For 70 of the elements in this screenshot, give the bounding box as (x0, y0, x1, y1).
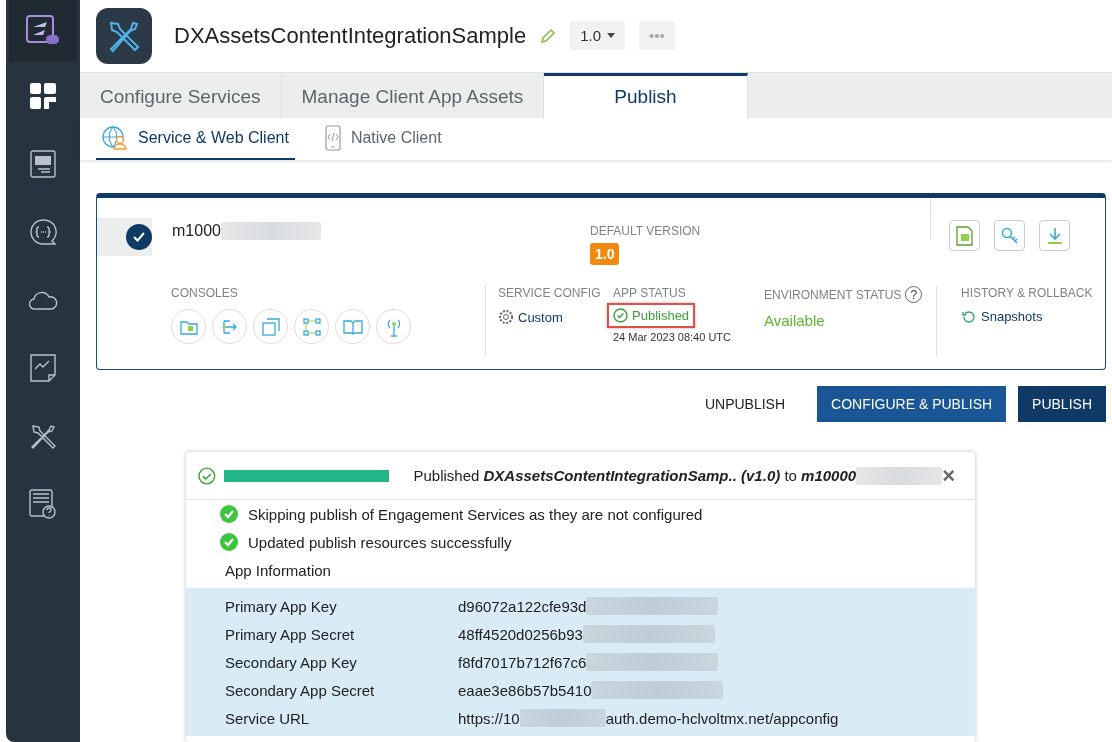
check-circle-icon (220, 505, 238, 523)
subtab[interactable]: Service & Web Client (96, 117, 295, 160)
status-published: Published (607, 303, 696, 328)
chat-brackets-icon[interactable] (29, 218, 57, 246)
mobile-code-icon (324, 124, 341, 151)
info-label: Primary App Secret (225, 625, 356, 643)
section-heading: App Information (224, 560, 332, 581)
publish-button[interactable]: CONFIGURE & PUBLISH (817, 386, 1007, 422)
environment-name: m1000 (172, 222, 221, 240)
document-grid-icon (955, 225, 974, 246)
open-book-icon[interactable] (342, 318, 363, 335)
status-message: Skipping publish of Engagement Services as they are not configured (248, 505, 703, 523)
history-icon (961, 309, 977, 324)
publish-button[interactable]: PUBLISH (1018, 386, 1106, 422)
dashboard-icon[interactable] (29, 82, 57, 110)
info-label: Primary App Key (225, 597, 338, 615)
info-value: 48ff4520d0256b93 (458, 625, 583, 643)
stacked-squares-icon[interactable] (261, 317, 280, 336)
flow-arrow-icon[interactable] (220, 318, 239, 335)
publish-date: 24 Mar 2023 08:40 UTC (613, 331, 732, 343)
document-help-icon[interactable] (29, 489, 57, 519)
close-button[interactable]: × (942, 464, 955, 487)
environment-status-label: ENVIRONMENT STATUS (764, 287, 902, 302)
key-icon (1000, 226, 1019, 245)
info-value: auth.demo-hclvoltmx.net/appconfig (605, 709, 839, 727)
info-label: Service URL (225, 709, 311, 727)
puzzle-folder-icon[interactable] (179, 318, 198, 335)
logo-icon (26, 15, 60, 47)
info-value: https://10 (458, 709, 520, 727)
key-button[interactable] (994, 220, 1025, 251)
analytics-chart-icon[interactable] (30, 354, 56, 382)
default-version-label: DEFAULT VERSION (590, 224, 702, 238)
api-document-icon[interactable] (30, 150, 56, 178)
info-value: d96072a122cfe93d (458, 597, 587, 615)
checkmark-icon (133, 232, 145, 242)
app-title: DXAssetsContentIntegrationSample (174, 22, 527, 49)
info-label: Secondary App Secret (225, 681, 376, 699)
environment-status: Available (764, 312, 826, 329)
tab[interactable]: Configure Services (80, 72, 282, 119)
node-graph-icon[interactable] (302, 317, 321, 336)
environment-checkbox[interactable] (126, 224, 152, 250)
dialog-title: Published DXAssetsContentIntegrationSamp.. (v1.0) to m10000 (413, 467, 857, 484)
info-value: eaae3e86b57b5410 (458, 681, 592, 699)
history-label: HISTORY & ROLLBACK (961, 286, 1094, 300)
gear-icon (498, 309, 514, 325)
check-circle-icon (198, 466, 216, 485)
caret-icon (607, 33, 616, 39)
report-button[interactable] (949, 220, 980, 251)
status-message: Updated publish resources successfully (248, 533, 512, 551)
cloud-icon[interactable] (28, 289, 58, 311)
tools-icon[interactable] (29, 422, 57, 450)
check-circle-icon (220, 533, 238, 551)
tab[interactable]: Publish (544, 72, 748, 119)
unpublish-link[interactable]: UNPUBLISH (690, 386, 800, 422)
version-badge: 1.0 (590, 243, 620, 265)
logo-tile[interactable] (9, 0, 77, 62)
service-config-link[interactable]: Custom (498, 309, 607, 325)
info-value: f8fd7017b712f67c6 (458, 653, 587, 671)
service-config-label: SERVICE CONFIG (498, 286, 602, 300)
pencil-icon[interactable] (540, 27, 557, 44)
download-icon (1046, 226, 1063, 245)
app-status-label: APP STATUS (613, 286, 687, 300)
version-dropdown[interactable]: 1.0 (570, 21, 626, 51)
info-label: Secondary App Key (225, 653, 358, 671)
download-button[interactable] (1039, 220, 1070, 251)
subtab[interactable]: Native Client (318, 117, 448, 160)
check-circle-icon (613, 308, 628, 323)
globe-person-icon (102, 125, 128, 150)
snapshots-link[interactable]: Snapshots (961, 309, 1096, 324)
consoles-label: CONSOLES (171, 286, 239, 300)
